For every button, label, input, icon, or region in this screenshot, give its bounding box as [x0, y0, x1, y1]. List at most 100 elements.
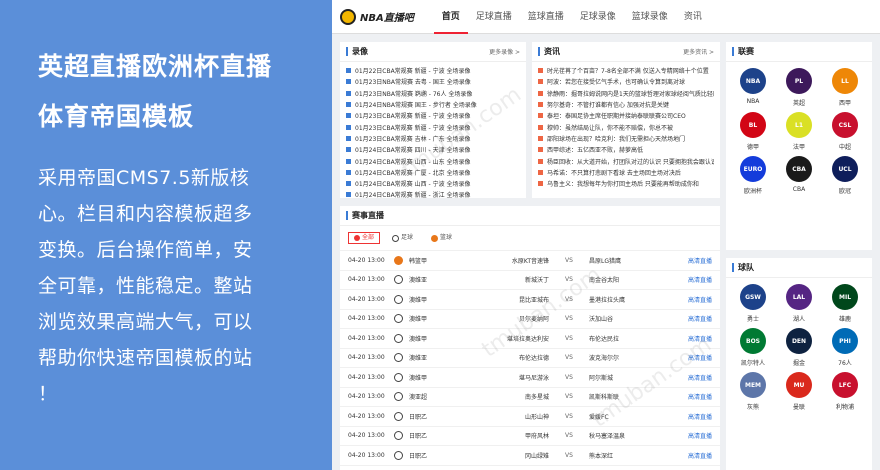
- nav-item-basketball-replay[interactable]: 篮球录像: [624, 0, 676, 34]
- league-item[interactable]: CBA CBA: [776, 156, 822, 196]
- video-list-item[interactable]: 01月23日NBA常规赛 去粤 - 国王 全场录像: [346, 76, 520, 87]
- header: NBA直播吧 首页 足球直播 篮球直播 足球录像 篮球录像 资讯: [332, 0, 880, 34]
- match-row: 04-20 13:00 澳亚超 南多星城 VS 凯斯科斯联 高清直播: [340, 386, 720, 407]
- news-list-item[interactable]: 西甲综述：五亿西亚不败，赫萝高低: [538, 144, 714, 155]
- team-logo-icon: GSW: [740, 284, 766, 310]
- bullet-icon: [538, 113, 543, 119]
- match-home-team: 贝尔麦纳阿: [518, 316, 549, 324]
- video-list-item[interactable]: 01月23日NBA常规赛 鹈鹕 - 76人 全场录像: [346, 88, 520, 99]
- team-item[interactable]: DEN 掘金: [776, 328, 822, 368]
- bullet-icon: [346, 158, 351, 164]
- team-name: 掘金: [792, 360, 805, 367]
- video-list-item[interactable]: 01月23日CBA常规赛 新疆 - 宁波 全场录像: [346, 110, 520, 121]
- video-list-item[interactable]: 01月23日CBA常规赛 吉林 - 广东 全场录像: [346, 133, 520, 144]
- match-vs: VS: [565, 256, 573, 264]
- video-list-item[interactable]: 01月24日CBA常规赛 山西 - 宁波 全场录像: [346, 178, 520, 189]
- team-item[interactable]: MIL 雄鹿: [822, 284, 868, 324]
- nav-item-football-replay[interactable]: 足球录像: [572, 0, 624, 34]
- live-stream-link[interactable]: 高清直播: [688, 431, 712, 440]
- team-item[interactable]: LFC 利物浦: [822, 372, 868, 412]
- news-list-item[interactable]: 努尔基奇：不管打谁都有信心 加强对抗是关键: [538, 99, 714, 110]
- live-stream-link[interactable]: 高清直播: [688, 412, 712, 421]
- match-time: 04-20 13:00: [348, 334, 385, 342]
- team-item[interactable]: PHI 76人: [822, 328, 868, 368]
- team-item[interactable]: LAL 湖人: [776, 284, 822, 324]
- match-league: 澳维甲: [409, 335, 428, 343]
- league-item[interactable]: PL 英超: [776, 68, 822, 108]
- match-home-team: 布伦达拉德: [518, 355, 549, 363]
- news-list-item[interactable]: 邵阳球场在出现？哈克利：我们无需担心天然场地门: [538, 133, 714, 144]
- match-time: 04-20 13:00: [348, 295, 385, 303]
- tab-all[interactable]: 全部: [348, 232, 381, 244]
- news-more-link[interactable]: 更多资讯 >: [683, 47, 714, 56]
- live-stream-link[interactable]: 高清直播: [688, 392, 712, 401]
- live-stream-link[interactable]: 高清直播: [688, 295, 712, 304]
- video-list-item[interactable]: 01月22日CBA常规赛 新疆 - 宁波 全场录像: [346, 65, 520, 76]
- videos-more-link[interactable]: 更多录像 >: [489, 47, 520, 56]
- video-list-item[interactable]: 01月24日NBA常规赛 国王 - 步行者 全场录像: [346, 99, 520, 110]
- league-item[interactable]: EURO 欧洲杯: [730, 156, 776, 196]
- match-row: 04-20 13:00 澳维甲 堪培拉奥达利安 VS 布伦达民拉 高清直播: [340, 328, 720, 348]
- team-name: 曼联: [792, 404, 805, 411]
- team-item[interactable]: MEM 灰熊: [730, 372, 776, 412]
- live-stream-link[interactable]: 高清直播: [688, 334, 712, 343]
- football-icon: [394, 353, 403, 363]
- league-item[interactable]: L1 法甲: [776, 112, 822, 152]
- team-name: 灰熊: [746, 404, 759, 411]
- league-item[interactable]: LL 西甲: [822, 68, 868, 108]
- bullet-icon: [538, 90, 543, 96]
- news-list-item[interactable]: 泰坦：泰国足协主席任职期并接纳泰联联赛公司CEO: [538, 110, 714, 121]
- news-list-item[interactable]: 杨臣回收：从大道开始，打团队对过的认识 只要拥抱我会跟认识到: [538, 155, 714, 166]
- league-item[interactable]: UCL 欧冠: [822, 156, 868, 196]
- football-icon: [394, 372, 403, 382]
- bullet-icon: [538, 68, 543, 74]
- news-list-item[interactable]: 徐静雨：掘哥拉姆说网内是1天的篮球哲理对家球经阅气质比轻压: [538, 88, 714, 99]
- team-item[interactable]: BOS 凯尔特人: [730, 328, 776, 368]
- league-logo-icon: CBA: [786, 156, 812, 182]
- video-list-item[interactable]: 01月24日CBA常规赛 新疆 - 浙江 全场录像: [346, 189, 520, 200]
- nav-item-news[interactable]: 资讯: [676, 0, 710, 34]
- nav-item-football-live[interactable]: 足球直播: [468, 0, 520, 34]
- team-name: 凯尔特人: [740, 360, 765, 367]
- news-list-item[interactable]: 马希诺：不只算打悲剧下看球 去主场回主场对决后: [538, 167, 714, 178]
- live-stream-link[interactable]: 高清直播: [688, 275, 712, 284]
- team-item[interactable]: GSW 勇士: [730, 284, 776, 324]
- match-time: 04-20 13:00: [348, 412, 385, 420]
- match-vs: VS: [565, 393, 573, 401]
- league-logo-icon: PL: [786, 68, 812, 94]
- news-list-item[interactable]: 阿波：若您在接受亿气手术，也可确认令算到离对球: [538, 76, 714, 87]
- league-logo-icon: CSL: [832, 112, 858, 138]
- news-list-item[interactable]: 时光荏苒了个百亩？7-8名全部不满 仅送入专精网络十个位置: [538, 65, 714, 76]
- video-list-item[interactable]: 01月24日CBA常规赛 广厦 - 北京 全场录像: [346, 167, 520, 178]
- match-away-team: 墨港拉拉头鹰: [589, 296, 626, 304]
- video-list-item[interactable]: 01月23日CBA常规赛 新疆 - 宁波 全场录像: [346, 121, 520, 132]
- tab-football[interactable]: 足球: [386, 232, 419, 244]
- nav-item-basketball-live[interactable]: 篮球直播: [520, 0, 572, 34]
- bullet-icon: [538, 181, 543, 187]
- video-list-item[interactable]: 01月24日CBA常规赛 山西 - 山东 全场录像: [346, 155, 520, 166]
- match-time: 04-20 13:00: [348, 354, 385, 362]
- nav-item-home[interactable]: 首页: [433, 0, 468, 34]
- video-list-item[interactable]: 01月24日CBA常规赛 四川 - 天津 全场录像: [346, 144, 520, 155]
- live-stream-link[interactable]: 高清直播: [688, 256, 712, 265]
- team-item[interactable]: MU 曼联: [776, 372, 822, 412]
- live-stream-link[interactable]: 高清直播: [688, 353, 712, 362]
- news-list-item[interactable]: 穆帅：虽然结局让队，你不能不赔偿，你总不被: [538, 121, 714, 132]
- news-list-item[interactable]: 乌鲁主义：我想每年为你打回主场后 只要能再帮助成你和: [538, 178, 714, 189]
- match-league: 澳维亚: [409, 277, 428, 285]
- video-title: 01月23日NBA常规赛 去粤 - 国王 全场录像: [355, 79, 471, 87]
- live-stream-link[interactable]: 高清直播: [688, 451, 712, 460]
- tab-basketball[interactable]: 篮球: [425, 232, 458, 244]
- league-item[interactable]: CSL 中超: [822, 112, 868, 152]
- news-title: 乌鲁主义：我想每年为你打回主场后 只要能再帮助成你和: [547, 181, 699, 189]
- league-item[interactable]: NBA NBA: [730, 68, 776, 108]
- bullet-icon: [346, 169, 351, 175]
- site-logo[interactable]: NBA直播吧: [340, 8, 414, 25]
- bullet-icon: [346, 90, 351, 96]
- league-item[interactable]: BL 德甲: [730, 112, 776, 152]
- live-stream-link[interactable]: 高清直播: [688, 373, 712, 382]
- match-league: 韩篮甲: [409, 257, 428, 265]
- live-stream-link[interactable]: 高清直播: [688, 314, 712, 323]
- bullet-icon: [346, 124, 351, 130]
- basketball-icon: [431, 234, 439, 242]
